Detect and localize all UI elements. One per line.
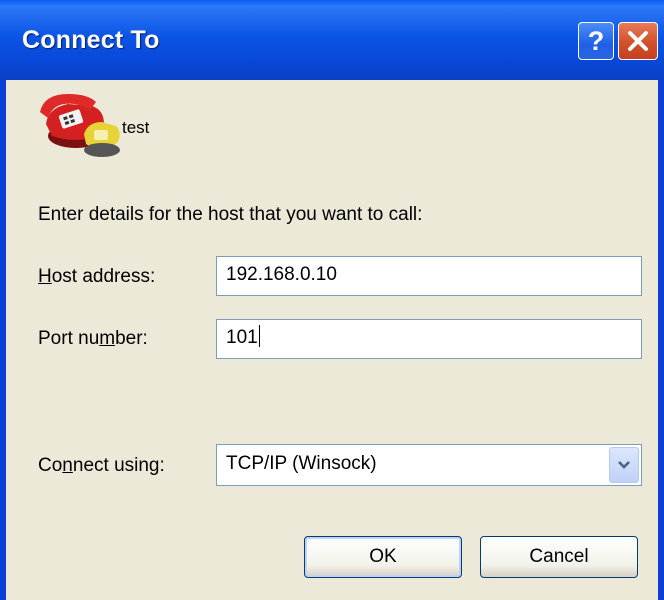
port-number-accesskey: m	[99, 328, 116, 349]
connect-using-label-post: nect using:	[72, 455, 165, 476]
window-title: Connect To	[22, 26, 160, 54]
host-address-label-text: ost address:	[51, 266, 156, 287]
instructions-text: Enter details for the host that you want…	[38, 204, 423, 225]
ok-button[interactable]: OK	[304, 536, 462, 578]
host-address-accesskey: H	[38, 266, 52, 287]
connect-using-label: Connect using:	[38, 455, 165, 477]
port-number-input[interactable]: 101	[216, 319, 642, 359]
port-number-label-post: ber:	[115, 328, 148, 349]
dropdown-button[interactable]	[609, 447, 639, 483]
connect-using-label-pre: Co	[38, 455, 63, 476]
connect-to-dialog: Connect To ? test Enter details for the …	[0, 0, 664, 600]
host-address-input[interactable]: 192.168.0.10	[216, 256, 642, 296]
title-bar[interactable]: Connect To ?	[0, 0, 664, 80]
connection-name: test	[122, 118, 150, 137]
telephone-icon	[40, 94, 120, 157]
port-number-label-pre: Port nu	[38, 328, 100, 349]
port-number-label: Port number:	[38, 328, 148, 350]
help-icon: ?	[587, 25, 605, 56]
connect-using-select[interactable]: TCP/IP (Winsock)	[216, 444, 642, 486]
connect-using-value: TCP/IP (Winsock)	[226, 453, 377, 474]
help-button[interactable]: ?	[578, 22, 614, 60]
connect-using-accesskey: n	[62, 455, 73, 476]
host-address-label: Host address:	[38, 266, 155, 288]
close-button[interactable]	[618, 22, 658, 60]
port-number-value: 101	[226, 327, 258, 348]
text-caret	[258, 325, 260, 347]
chevron-down-icon	[618, 461, 630, 469]
host-address-value: 192.168.0.10	[226, 264, 337, 285]
cancel-button[interactable]: Cancel	[480, 536, 638, 578]
close-icon	[628, 31, 648, 51]
dialog-body: test Enter details for the host that you…	[6, 80, 658, 600]
